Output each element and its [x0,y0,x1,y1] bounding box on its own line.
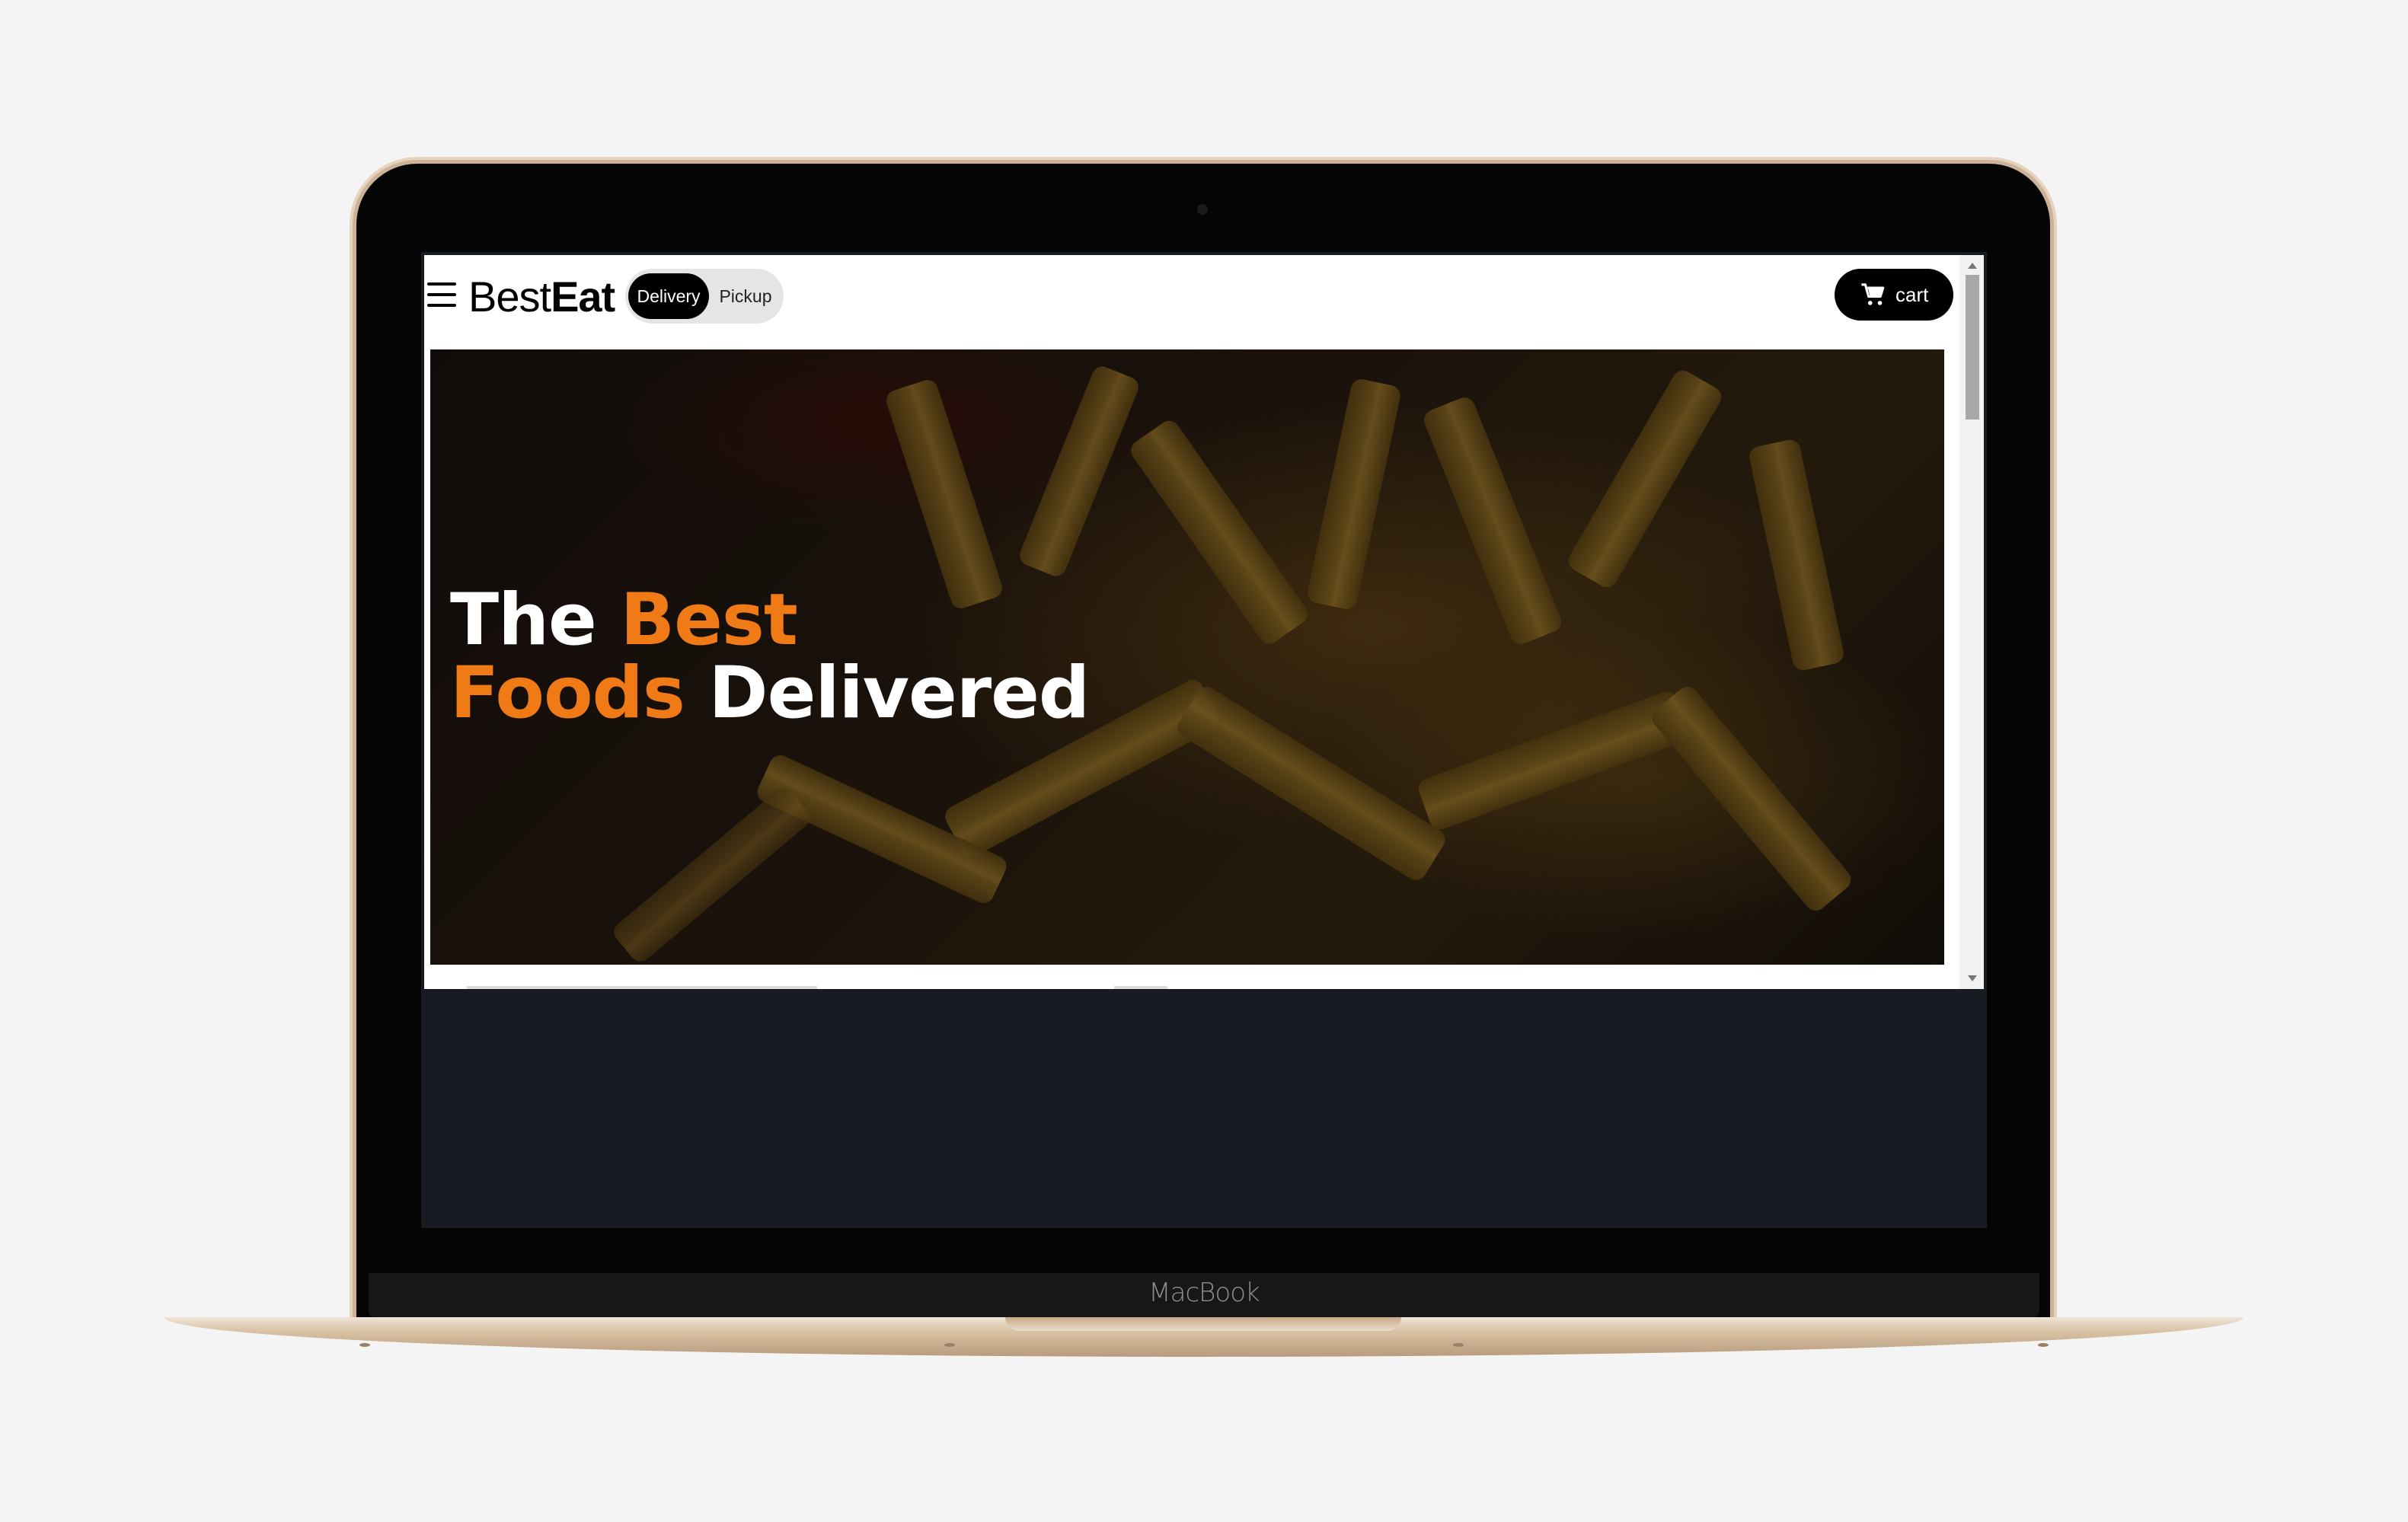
page-divider [1114,986,1167,989]
device-label: MacBook [1148,1278,1260,1308]
hero-title-line1: The Best [450,584,1089,657]
scroll-up-arrow-icon[interactable] [1968,263,1977,269]
hero-title: The Best Foods Delivered [450,584,1090,730]
camera [1197,204,1208,215]
laptop-foot [359,1343,370,1347]
delivery-pickup-toggle: Delivery Pickup [625,269,784,324]
laptop-foot [1453,1343,1464,1347]
vertical-scrollbar[interactable] [1959,255,1984,989]
cart-icon [1861,283,1885,305]
laptop-foot [2038,1343,2049,1347]
cart-button[interactable]: cart [1835,269,1953,321]
browser-viewport: BestEat Delivery Pickup cart The Best Fo… [424,255,1984,989]
laptop-base-notch [1005,1317,1401,1331]
hamburger-icon[interactable] [427,282,456,308]
hero-word-best: Best [620,579,798,662]
laptop-screen: BestEat Delivery Pickup cart The Best Fo… [421,252,1987,1228]
page-divider [467,986,817,989]
hero-word-foods: Foods [450,652,685,735]
site-header: BestEat Delivery Pickup cart [424,255,1959,349]
laptop-foot [944,1343,955,1347]
hero-word-the: The [450,579,597,662]
delivery-option[interactable]: Delivery [628,273,709,319]
cart-label: cart [1895,283,1929,306]
logo-regular: Best [468,273,551,321]
logo-bold: Eat [551,273,615,321]
scroll-down-arrow-icon[interactable] [1968,975,1977,981]
hero-title-line2: Foods Delivered [450,657,1090,730]
hero-banner: The Best Foods Delivered [430,349,1944,965]
site-logo[interactable]: BestEat [468,272,615,321]
hero-word-delivered: Delivered [708,652,1091,735]
pickup-option[interactable]: Pickup [712,273,779,319]
scrollbar-thumb[interactable] [1966,275,1979,420]
